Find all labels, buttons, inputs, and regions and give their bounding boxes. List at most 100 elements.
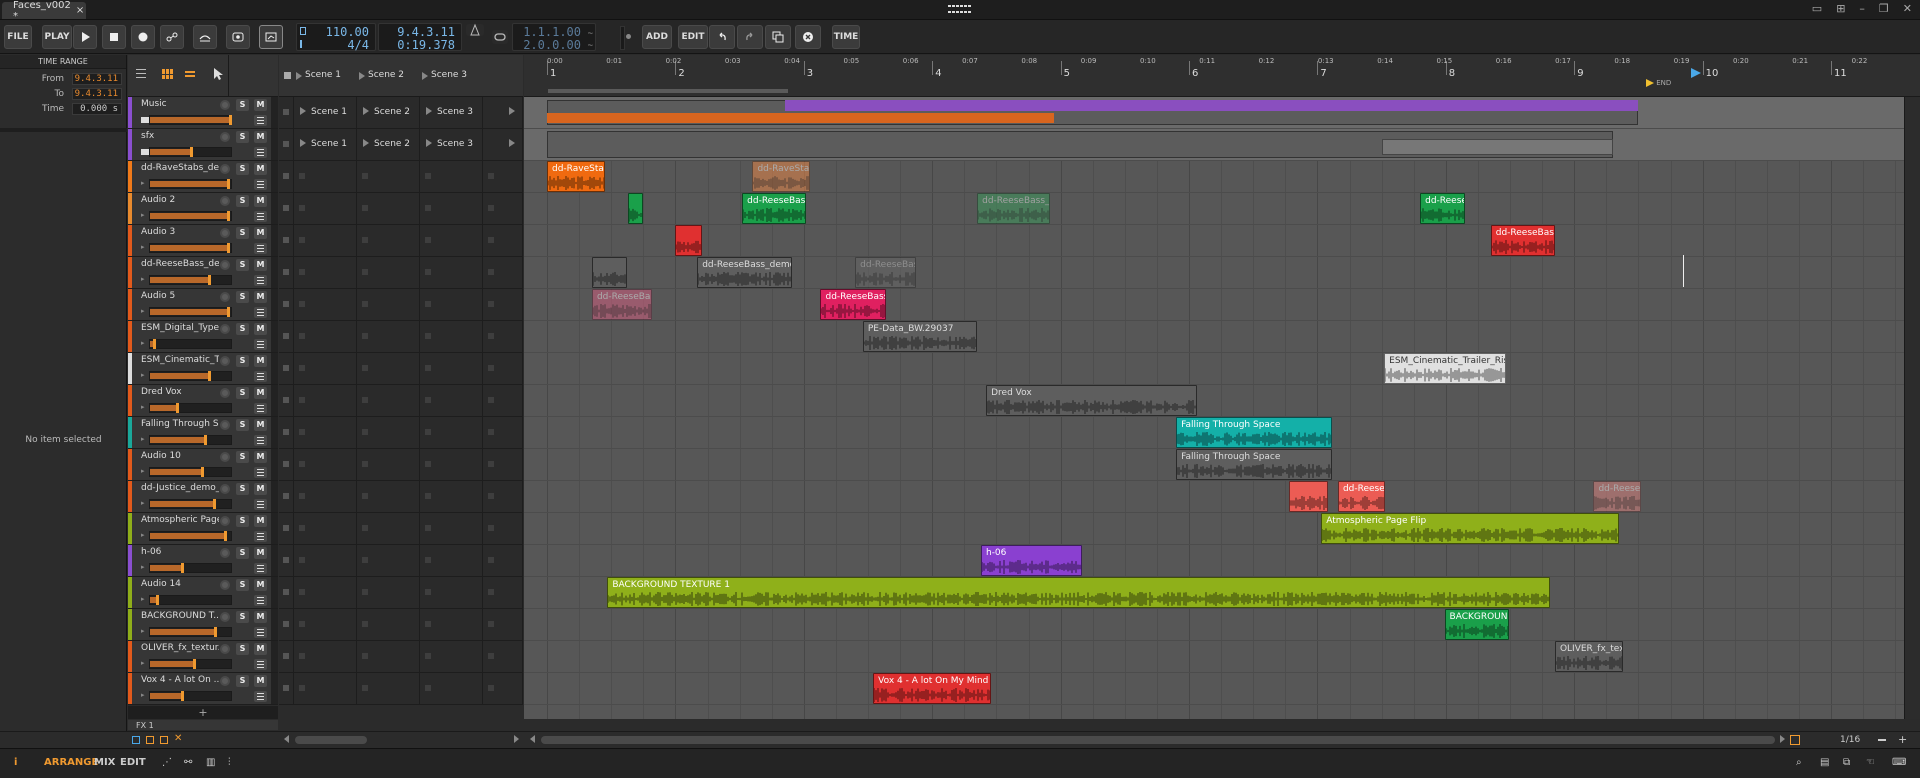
launcher-scrollbar-thumb[interactable] [295, 736, 367, 744]
record-arm-button[interactable] [220, 612, 230, 622]
mute-button[interactable]: M [254, 643, 267, 655]
solo-button[interactable]: S [236, 643, 249, 655]
track-header[interactable]: Audio 3 S M ▸ [128, 225, 278, 257]
clip-slot[interactable]: Scene 3 [420, 129, 483, 160]
clip-slot[interactable] [420, 513, 483, 544]
audio-clip[interactable]: Falling Through Space [1176, 417, 1332, 448]
clip-stop-slot[interactable] [279, 225, 294, 256]
solo-button[interactable]: S [236, 611, 249, 623]
mute-button[interactable]: M [254, 611, 267, 623]
mute-button[interactable]: M [254, 451, 267, 463]
track-header[interactable]: BACKGROUND T... S M ▸ [128, 609, 278, 641]
track-name[interactable]: Vox 4 - A lot On ... [141, 675, 219, 685]
track-header[interactable]: Dred Vox S M ▸ [128, 385, 278, 417]
loop-region-bar[interactable] [548, 89, 788, 93]
clip-stop-slot[interactable] [279, 257, 294, 288]
zoom-in-icon[interactable]: + [1898, 734, 1907, 745]
audio-clip[interactable]: dd-ReeseBass_c [742, 193, 807, 224]
file-button[interactable]: FILE [4, 25, 32, 49]
volume-slider[interactable] [149, 531, 232, 541]
solo-button[interactable]: S [236, 483, 249, 495]
clip-slot[interactable] [420, 193, 483, 224]
audio-clip[interactable]: BACKGROUND [1444, 609, 1509, 640]
clip-stop-slot[interactable] [279, 417, 294, 448]
audio-clip[interactable]: Atmospheric Page Flip [1321, 513, 1620, 544]
zoom-out-icon[interactable] [1878, 739, 1886, 741]
pointer-tool-icon[interactable] [212, 67, 224, 84]
clip-slot[interactable] [294, 513, 357, 544]
track-menu-icon[interactable] [254, 595, 267, 606]
clip-slot[interactable] [357, 577, 420, 608]
track-menu-icon[interactable] [254, 499, 267, 510]
clip-slot[interactable] [294, 449, 357, 480]
track-name[interactable]: OLIVER_fx_textur... [141, 643, 219, 653]
volume-slider[interactable] [149, 115, 232, 125]
clip-slot[interactable] [357, 161, 420, 192]
play-button[interactable] [73, 25, 97, 49]
folder-icon[interactable] [141, 149, 149, 155]
mute-button[interactable]: M [254, 355, 267, 367]
modulation-icon[interactable]: ⚯ [184, 757, 192, 768]
expand-arrow-icon[interactable]: ▸ [141, 595, 147, 603]
clip-slot[interactable] [357, 353, 420, 384]
audio-clip[interactable]: dd-RaveStabs [752, 161, 811, 192]
clip-stop-slot[interactable] [279, 673, 294, 704]
clip-slot[interactable] [294, 673, 357, 704]
solo-button[interactable]: S [236, 259, 249, 271]
track-header[interactable]: Audio 10 S M ▸ [128, 449, 278, 481]
record-arm-button[interactable] [220, 644, 230, 654]
solo-button[interactable]: S [236, 675, 249, 687]
playhead-marker-icon[interactable] [1691, 68, 1701, 78]
record-arm-button[interactable] [220, 356, 230, 366]
volume-slider[interactable] [149, 243, 232, 253]
track-menu-icon[interactable] [254, 211, 267, 222]
track-name[interactable]: Audio 3 [141, 227, 219, 237]
group-launch-icon[interactable] [300, 107, 306, 115]
expand-arrow-icon[interactable]: ▸ [141, 179, 147, 187]
mute-button[interactable]: M [254, 291, 267, 303]
track-header[interactable]: Audio 2 S M ▸ [128, 193, 278, 225]
track-menu-icon[interactable] [254, 275, 267, 286]
time-button[interactable]: TIME [832, 25, 860, 49]
clip-stop-slot[interactable] [279, 161, 294, 192]
clip-stop-slot[interactable] [279, 97, 294, 128]
solo-button[interactable]: S [236, 131, 249, 143]
browser-search-icon[interactable]: ⌕ [1796, 757, 1802, 768]
clip-slot[interactable] [420, 353, 483, 384]
clip-slot[interactable] [483, 609, 523, 640]
loop-toggle-button[interactable] [492, 30, 508, 44]
scene-launch-icon[interactable] [359, 72, 365, 80]
clip-slot[interactable]: Scene 3 [420, 97, 483, 128]
clip-slot[interactable] [294, 609, 357, 640]
clip-slot[interactable] [294, 417, 357, 448]
keyboard-icon[interactable]: ⌨ [1892, 757, 1906, 768]
track-name[interactable]: dd-RaveStabs_de... [141, 163, 219, 173]
stop-all-clips-button[interactable] [284, 72, 291, 79]
solo-button[interactable]: S [236, 451, 249, 463]
mute-button[interactable]: M [254, 547, 267, 559]
track-header[interactable]: Audio 14 S M ▸ [128, 577, 278, 609]
track-menu-icon[interactable] [254, 691, 267, 702]
clip-slot[interactable] [483, 289, 523, 320]
clip-slot[interactable] [294, 353, 357, 384]
add-track-button[interactable]: + [128, 706, 278, 719]
track-name[interactable]: dd-Justice_demo_... [141, 483, 219, 493]
audio-clip[interactable]: OLIVER_fx_texts [1554, 641, 1623, 672]
timeline-ruler[interactable]: END 1 2 3 4 5 6 7 8 9 10 11 0:00 0:01 0:02 0:03 0:04 0:0… [524, 55, 1920, 97]
scene-launch-icon[interactable] [296, 72, 302, 80]
clip-stop-slot[interactable] [279, 289, 294, 320]
fullscreen-icon[interactable]: ⊞ [1836, 2, 1845, 15]
studio-io-icon[interactable]: ☜ [1866, 757, 1875, 768]
solo-button[interactable]: S [236, 387, 249, 399]
track-grid-icon[interactable] [162, 69, 174, 79]
record-arm-button[interactable] [220, 452, 230, 462]
clip-stop-slot[interactable] [279, 641, 294, 672]
follow-playhead-button[interactable] [466, 23, 484, 36]
track-header[interactable]: dd-RaveStabs_de... S M ▸ [128, 161, 278, 193]
to-field[interactable]: 9.4.3.11 [72, 87, 122, 100]
track-name[interactable]: sfx [141, 131, 219, 141]
redo-button[interactable] [737, 25, 763, 49]
expand-arrow-icon[interactable]: ▸ [141, 627, 147, 635]
audio-clip[interactable]: Falling Through Space [1176, 449, 1332, 480]
grid-snap-icon[interactable] [1790, 735, 1800, 745]
